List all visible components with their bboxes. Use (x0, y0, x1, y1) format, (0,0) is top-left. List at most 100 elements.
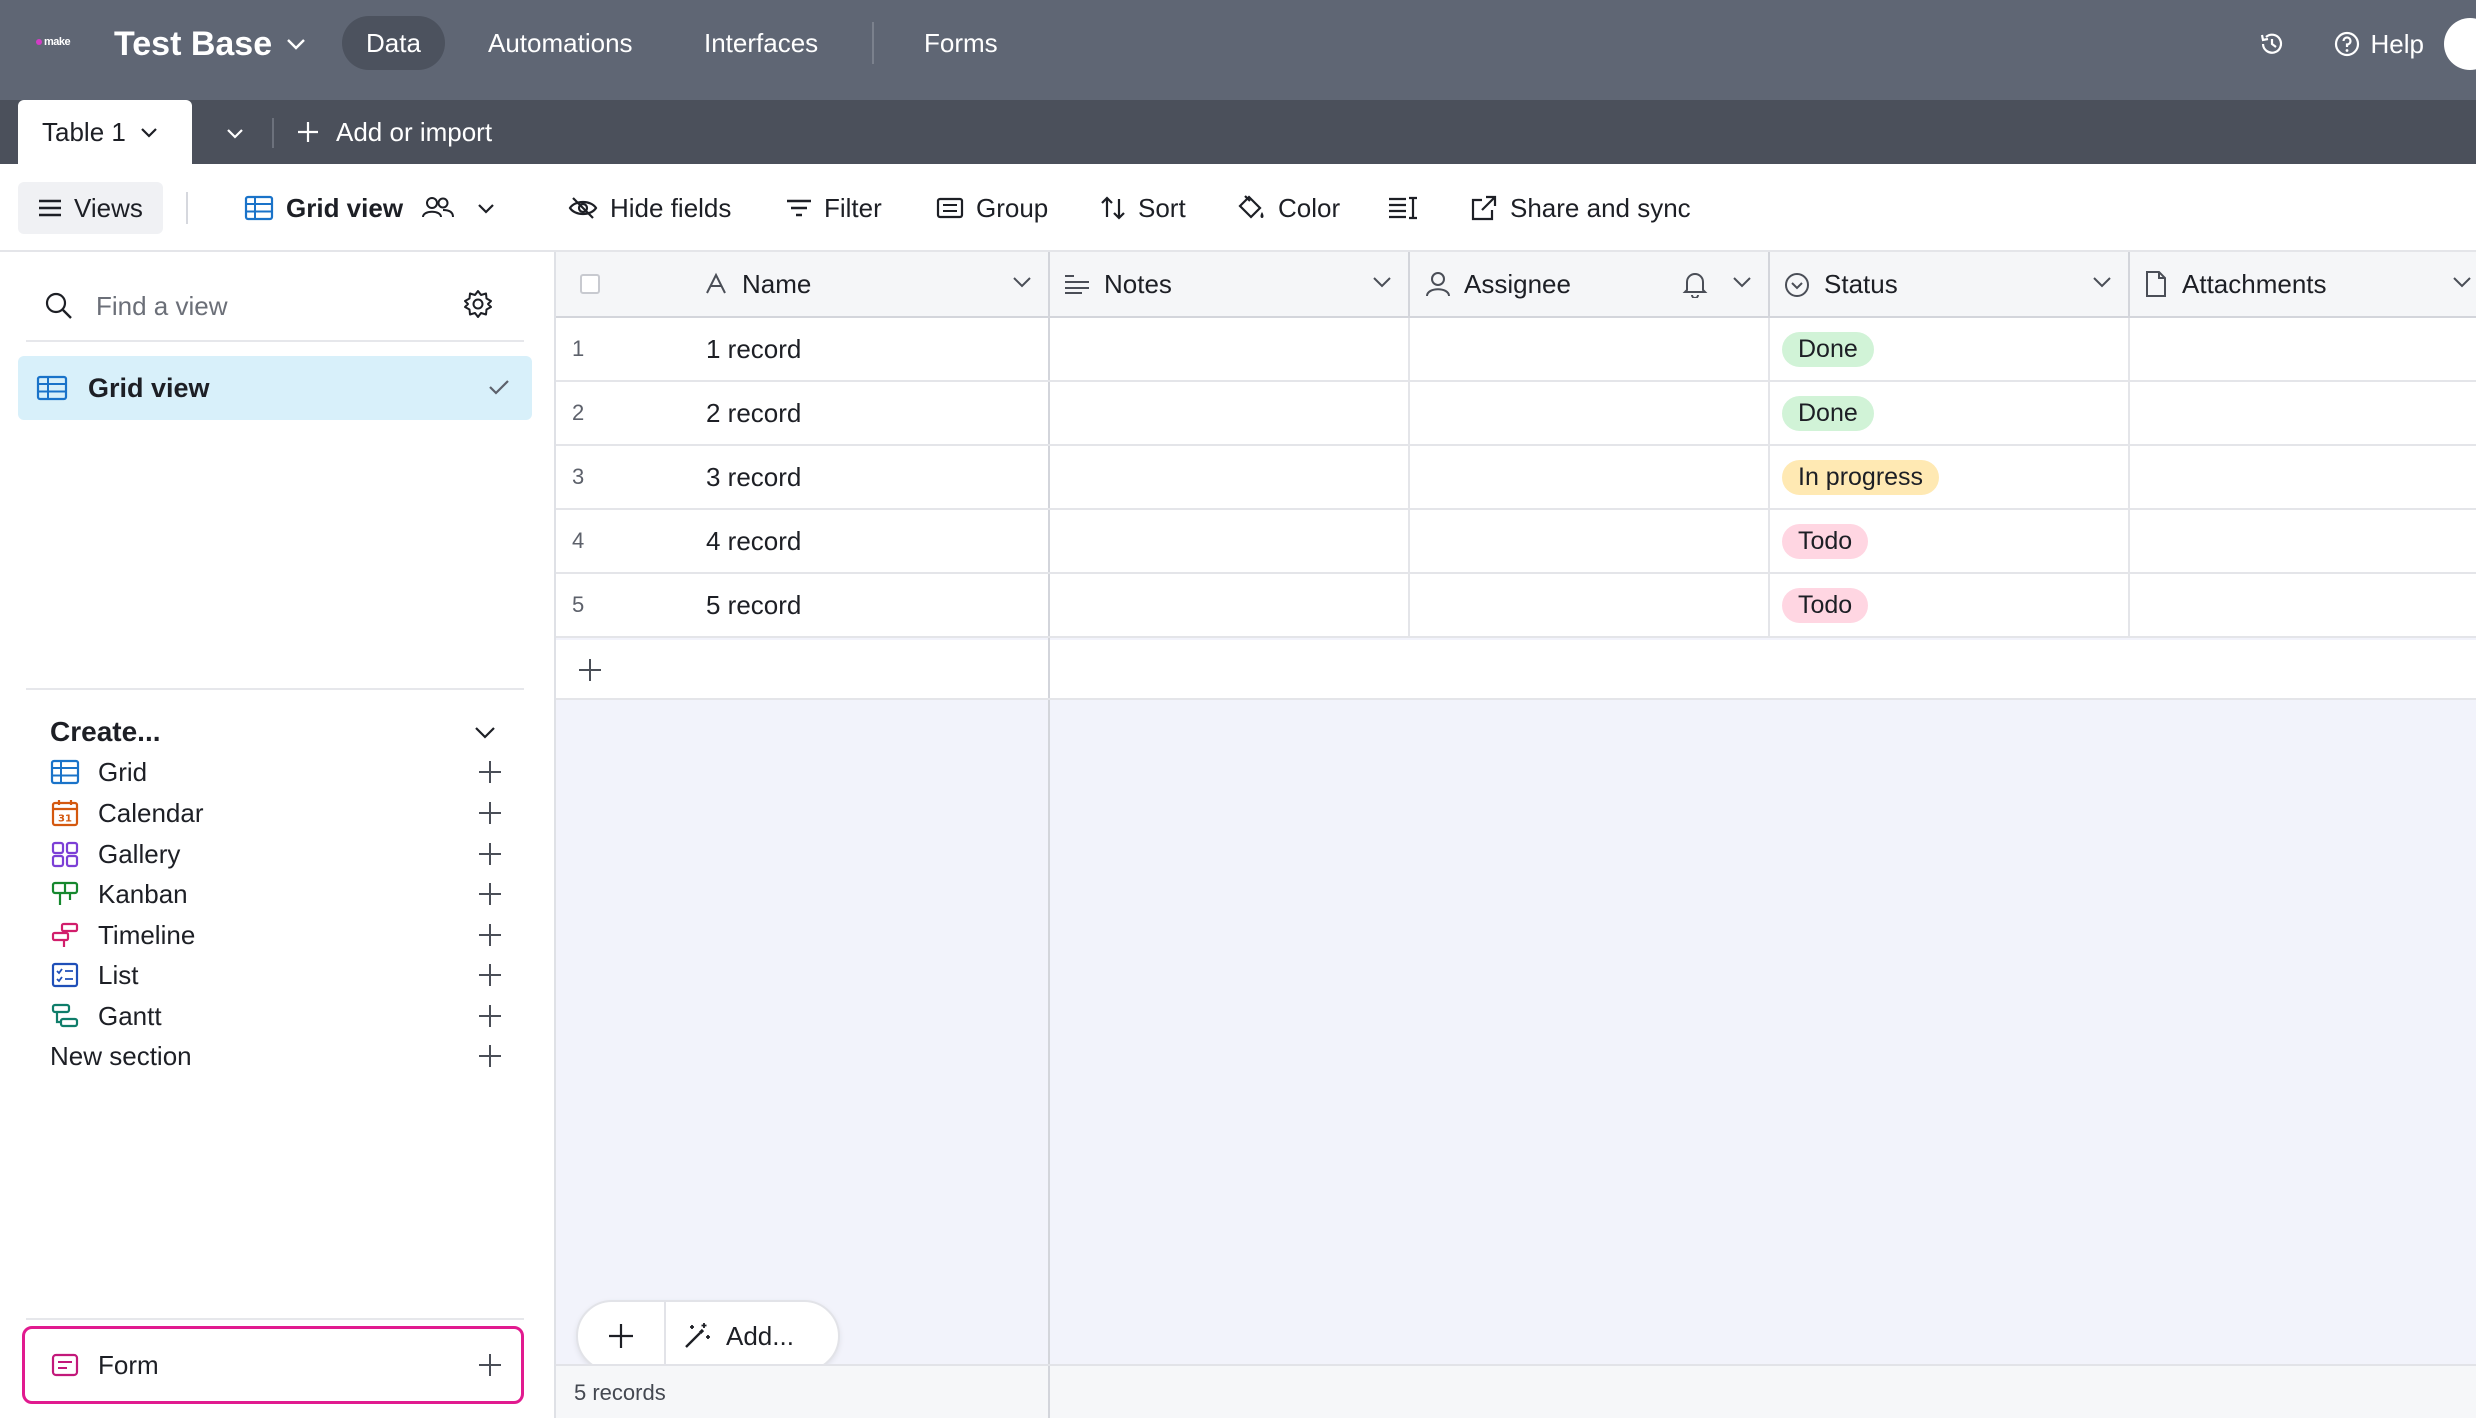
plus-icon[interactable] (478, 760, 502, 784)
view-name-button[interactable]: Grid view (244, 182, 495, 234)
filter-button[interactable]: Filter (786, 182, 882, 234)
add-or-import-button[interactable]: Add or import (296, 100, 492, 164)
chevron-down-icon[interactable] (1012, 276, 1032, 288)
nav-tab-forms[interactable]: Forms (900, 16, 1022, 70)
tables-dropdown-button[interactable] (218, 116, 252, 150)
create-list-button[interactable]: List (50, 953, 502, 997)
grid-footer: 5 records (556, 1364, 2476, 1418)
cell-assignee[interactable] (1410, 382, 1770, 444)
cell-status[interactable]: In progress (1770, 446, 2130, 508)
cell-attachments[interactable] (2130, 382, 2476, 444)
nav-divider (872, 22, 874, 64)
cell-status[interactable]: Done (1770, 318, 2130, 380)
sidebar-item-grid-view[interactable]: Grid view (18, 356, 532, 420)
plus-icon[interactable] (478, 882, 502, 906)
create-gantt-button[interactable]: Gantt (50, 994, 502, 1038)
sort-button[interactable]: Sort (1100, 182, 1186, 234)
cell-assignee[interactable] (1410, 574, 1770, 636)
group-button[interactable]: Group (936, 182, 1048, 234)
cell-notes[interactable] (1050, 510, 1410, 572)
create-calendar-button[interactable]: 31 Calendar (50, 791, 502, 835)
table-tab-table-1[interactable]: Table 1 (18, 100, 192, 164)
add-record-button[interactable] (578, 1302, 666, 1370)
gear-icon[interactable] (462, 288, 494, 320)
gallery-icon (50, 840, 80, 868)
table-row[interactable]: 2 2 record Done (556, 382, 2476, 446)
cell-notes[interactable] (1050, 318, 1410, 380)
base-title: Test Base (114, 24, 273, 63)
plus-icon[interactable] (478, 1004, 502, 1028)
column-header-status[interactable]: Status (1770, 252, 2130, 316)
history-icon[interactable] (2258, 30, 2286, 58)
create-gallery-button[interactable]: Gallery (50, 832, 502, 876)
cell-name[interactable]: 4 4 record (556, 510, 1050, 572)
chevron-down-icon[interactable] (2452, 276, 2472, 288)
nav-tab-data[interactable]: Data (342, 16, 445, 70)
table-row[interactable]: 1 1 record Done (556, 318, 2476, 382)
bell-icon[interactable] (1682, 270, 1708, 298)
plus-icon[interactable] (478, 842, 502, 866)
cell-notes[interactable] (1050, 574, 1410, 636)
cell-notes[interactable] (1050, 446, 1410, 508)
app-logo[interactable]: make (36, 36, 82, 52)
row-height-icon (1388, 195, 1418, 221)
base-title-button[interactable]: Test Base (114, 20, 306, 68)
cell-name[interactable]: 2 2 record (556, 382, 1050, 444)
cell-attachments[interactable] (2130, 318, 2476, 380)
cell-notes[interactable] (1050, 382, 1410, 444)
column-header-attachments[interactable]: Attachments (2130, 252, 2476, 316)
table-row[interactable]: 3 3 record In progress (556, 446, 2476, 510)
plus-icon[interactable] (478, 963, 502, 987)
cell-attachments[interactable] (2130, 446, 2476, 508)
create-kanban-button[interactable]: Kanban (50, 872, 502, 916)
views-toggle-button[interactable]: Views (18, 182, 163, 234)
divider (26, 688, 524, 690)
color-button[interactable]: Color (1236, 182, 1340, 234)
chevron-down-icon[interactable] (474, 726, 496, 739)
chevron-down-icon[interactable] (1732, 276, 1752, 288)
status-badge: Todo (1782, 587, 1869, 623)
cell-status[interactable]: Todo (1770, 510, 2130, 572)
row-number: 5 (572, 592, 585, 617)
plus-icon[interactable] (578, 658, 602, 682)
hide-fields-label: Hide fields (610, 192, 732, 223)
cell-name[interactable]: 1 1 record (556, 318, 1050, 380)
column-header-name[interactable]: Name (556, 252, 1050, 316)
eye-off-icon (568, 196, 598, 220)
table-row[interactable]: 5 5 record Todo (556, 574, 2476, 638)
create-new-section-button[interactable]: New section (50, 1034, 502, 1078)
chevron-down-icon[interactable] (1372, 276, 1392, 288)
cell-assignee[interactable] (1410, 318, 1770, 380)
share-and-sync-button[interactable]: Share and sync (1470, 182, 1691, 234)
column-header-notes[interactable]: Notes (1050, 252, 1410, 316)
plus-icon[interactable] (478, 923, 502, 947)
plus-icon[interactable] (478, 1353, 502, 1377)
cell-name[interactable]: 5 5 record (556, 574, 1050, 636)
select-all-checkbox[interactable] (580, 274, 600, 294)
find-view-input[interactable]: Find a view (44, 286, 228, 326)
record-count: 5 records (574, 1380, 666, 1405)
help-button[interactable]: Help (2333, 20, 2424, 68)
column-header-assignee[interactable]: Assignee (1410, 252, 1770, 316)
add-record-row[interactable] (556, 640, 2476, 700)
avatar[interactable] (2444, 18, 2476, 70)
row-height-button[interactable] (1388, 182, 1418, 234)
create-form-button[interactable]: Form (50, 1343, 502, 1387)
plus-icon[interactable] (478, 1044, 502, 1068)
cell-attachments[interactable] (2130, 574, 2476, 636)
create-grid-button[interactable]: Grid (50, 750, 502, 794)
cell-name[interactable]: 3 3 record (556, 446, 1050, 508)
create-timeline-button[interactable]: Timeline (50, 913, 502, 957)
cell-assignee[interactable] (1410, 510, 1770, 572)
cell-status[interactable]: Todo (1770, 574, 2130, 636)
chevron-down-icon[interactable] (2092, 276, 2112, 288)
nav-tab-automations[interactable]: Automations (464, 16, 657, 70)
cell-assignee[interactable] (1410, 446, 1770, 508)
nav-tab-interfaces[interactable]: Interfaces (680, 16, 842, 70)
cell-attachments[interactable] (2130, 510, 2476, 572)
plus-icon[interactable] (478, 801, 502, 825)
hide-fields-button[interactable]: Hide fields (568, 182, 731, 234)
cell-status[interactable]: Done (1770, 382, 2130, 444)
table-row[interactable]: 4 4 record Todo (556, 510, 2476, 574)
add-with-ai-button[interactable]: Add... (682, 1302, 794, 1370)
